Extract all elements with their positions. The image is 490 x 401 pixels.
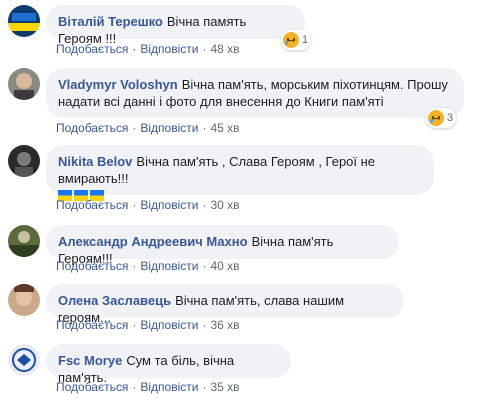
comment-author[interactable]: Nikita Belov bbox=[58, 154, 132, 169]
comment-time[interactable]: 36 хв bbox=[210, 318, 239, 332]
avatar-image bbox=[8, 284, 40, 316]
comment-time[interactable]: 48 хв bbox=[210, 42, 239, 56]
comment-author[interactable]: Олена Заславець bbox=[58, 293, 171, 308]
like-link[interactable]: Подобається bbox=[56, 121, 128, 135]
reaction-summary[interactable]: 3 bbox=[426, 108, 457, 128]
comment-actions: Подобається · Відповісти · 36 хв bbox=[56, 318, 240, 332]
reply-link[interactable]: Відповісти bbox=[140, 121, 198, 135]
avatar[interactable] bbox=[8, 68, 40, 100]
like-link[interactable]: Подобається bbox=[56, 259, 128, 273]
avatar[interactable] bbox=[8, 344, 40, 376]
comment-actions: Подобається · Відповісти · 40 хв bbox=[56, 259, 240, 273]
reaction-count: 1 bbox=[302, 34, 309, 46]
comment-bubble: Fsc Morye Сум та біль, вічна пам'ять. bbox=[46, 344, 291, 385]
comment-time[interactable]: 30 хв bbox=[210, 198, 239, 212]
avatar[interactable] bbox=[8, 284, 40, 316]
comment-time[interactable]: 45 хв bbox=[210, 121, 239, 135]
avatar-image bbox=[8, 5, 40, 37]
sad-emoji-icon bbox=[283, 32, 299, 48]
comment-author[interactable]: Александр Андреевич Махно bbox=[58, 234, 248, 249]
comment-actions: Подобається · Відповісти · 30 хв bbox=[56, 198, 240, 212]
reaction-count: 3 bbox=[447, 112, 454, 124]
comment-actions: Подобається · Відповісти · 35 хв bbox=[56, 380, 240, 394]
avatar[interactable] bbox=[8, 145, 40, 177]
reply-link[interactable]: Відповісти bbox=[140, 380, 198, 394]
avatar-image bbox=[8, 344, 40, 376]
comment-author[interactable]: Fsc Morye bbox=[58, 353, 122, 368]
like-link[interactable]: Подобається bbox=[56, 380, 128, 394]
avatar[interactable] bbox=[8, 225, 40, 257]
like-link[interactable]: Подобається bbox=[56, 318, 128, 332]
comment-actions: Подобається · Відповісти · 45 хв bbox=[56, 121, 240, 135]
comment-bubble: Віталій Терешко Вічна память Героям !!! bbox=[46, 5, 305, 46]
avatar-image bbox=[8, 68, 40, 100]
comment-author[interactable]: Vladymyr Voloshyn bbox=[58, 77, 178, 92]
avatar-image bbox=[8, 225, 40, 257]
reply-link[interactable]: Відповісти bbox=[140, 259, 198, 273]
sad-emoji-icon bbox=[428, 110, 444, 126]
like-link[interactable]: Подобається bbox=[56, 198, 128, 212]
avatar[interactable] bbox=[8, 5, 40, 37]
reply-link[interactable]: Відповісти bbox=[140, 198, 198, 212]
comment-actions: Подобається · Відповісти · 48 хв bbox=[56, 42, 240, 56]
avatar-image bbox=[8, 145, 40, 177]
like-link[interactable]: Подобається bbox=[56, 42, 128, 56]
comment-bubble: Vladymyr Voloshyn Вічна пам'ять, морським… bbox=[46, 68, 464, 118]
comment-bubble: Александр Андреевич Махно Вічна пам'ять Г… bbox=[46, 225, 399, 266]
reply-link[interactable]: Відповісти bbox=[140, 42, 198, 56]
comment-bubble: Nikita Belov Вічна пам'ять , Слава Героям… bbox=[46, 145, 434, 201]
reaction-summary[interactable]: 1 bbox=[281, 30, 312, 50]
reply-link[interactable]: Відповісти bbox=[140, 318, 198, 332]
comment-time[interactable]: 35 хв bbox=[210, 380, 239, 394]
comment-author[interactable]: Віталій Терешко bbox=[58, 14, 163, 29]
comment-time[interactable]: 40 хв bbox=[210, 259, 239, 273]
comment-bubble: Олена Заславець Вічна пам'ять, слава наши… bbox=[46, 284, 404, 325]
